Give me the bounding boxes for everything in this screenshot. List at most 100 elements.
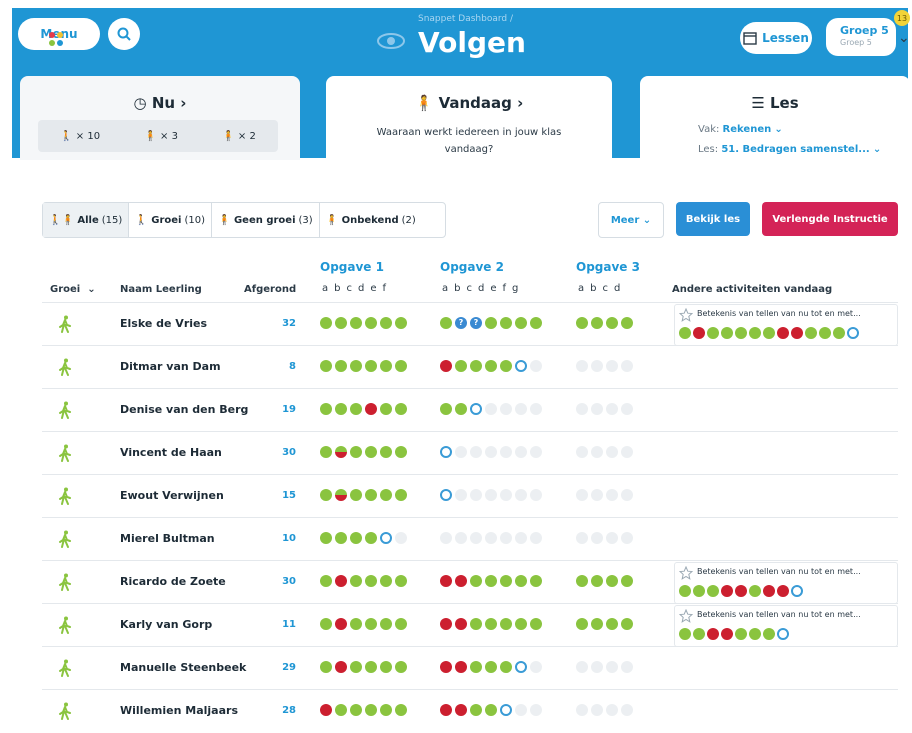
student-name[interactable]: Elske de Vries [120, 317, 207, 330]
activity-dot[interactable] [749, 628, 761, 640]
opgave1-dot[interactable] [395, 532, 407, 544]
student-name[interactable]: Manuelle Steenbeek [120, 661, 246, 674]
opgave3-dot[interactable] [621, 704, 633, 716]
table-row[interactable]: Elske de Vries 32?? Betekenis van tellen v… [42, 302, 898, 346]
opgave3-dot[interactable] [576, 317, 588, 329]
opgave1-dot[interactable] [380, 403, 392, 415]
opgave3-dot[interactable] [606, 618, 618, 630]
verlengde-instructie-button[interactable]: Verlengde Instructie [762, 202, 898, 236]
opgave2-dot[interactable] [470, 575, 482, 587]
activity-dot[interactable] [721, 628, 733, 640]
opgave3-dot[interactable] [591, 618, 603, 630]
opgave1-dot[interactable] [320, 661, 332, 673]
lessen-button[interactable]: Lessen [740, 22, 812, 54]
activity-dot[interactable] [777, 628, 789, 640]
activity-dot[interactable] [749, 585, 761, 597]
filter-geen-groei[interactable]: 🧍 Geen groei (3) [212, 203, 320, 237]
opgave2-dot[interactable] [515, 704, 527, 716]
opgave2-dot[interactable] [455, 446, 467, 458]
opgave2-dot[interactable]: ? [470, 317, 482, 329]
opgave2-dot[interactable] [485, 446, 497, 458]
opgave2-dot[interactable] [485, 360, 497, 372]
opgave2-dot[interactable] [470, 532, 482, 544]
opgave2-dot[interactable] [515, 317, 527, 329]
opgave2-dot[interactable] [485, 704, 497, 716]
opgave3-dot[interactable] [621, 532, 633, 544]
afgerond-score[interactable]: 29 [272, 662, 296, 673]
opgave2-dot[interactable] [440, 489, 452, 501]
opgave3-dot[interactable] [606, 317, 618, 329]
opgave3-dot[interactable] [576, 575, 588, 587]
activity-dot[interactable] [693, 327, 705, 339]
card-nu[interactable]: ◷ Nu › 🚶 × 10 🧍 × 3 🧍 × 2 [20, 76, 300, 160]
opgave2-dot[interactable] [440, 446, 452, 458]
opgave2-dot[interactable] [485, 575, 497, 587]
opgave1-dot[interactable] [395, 704, 407, 716]
opgave2-dot[interactable] [500, 360, 512, 372]
opgave2-dot[interactable] [515, 403, 527, 415]
opgave1-dot[interactable] [320, 403, 332, 415]
student-name[interactable]: Vincent de Haan [120, 446, 222, 459]
opgave1-dot[interactable] [335, 704, 347, 716]
opgave3-dot[interactable] [621, 489, 633, 501]
opgave1-dot[interactable] [335, 360, 347, 372]
activity-dot[interactable] [791, 327, 803, 339]
opgave2-header[interactable]: Opgave 2 [440, 260, 504, 274]
opgave1-dot[interactable] [395, 446, 407, 458]
opgave1-dot[interactable] [380, 618, 392, 630]
opgave1-dot[interactable] [380, 704, 392, 716]
opgave3-dot[interactable] [591, 661, 603, 673]
opgave3-dot[interactable] [606, 575, 618, 587]
activity-card[interactable]: Betekenis van tellen van nu tot en met..… [674, 304, 898, 346]
search-button[interactable] [108, 18, 140, 50]
opgave2-dot[interactable] [455, 360, 467, 372]
opgave1-dot[interactable] [350, 489, 362, 501]
opgave1-dot[interactable] [380, 661, 392, 673]
filter-onbekend[interactable]: 🧍 Onbekend (2) [320, 203, 422, 237]
opgave2-dot[interactable] [440, 403, 452, 415]
table-row[interactable]: Denise van den Berg 19 [42, 388, 898, 432]
opgave3-dot[interactable] [591, 446, 603, 458]
opgave1-dot[interactable] [335, 661, 347, 673]
opgave1-dot[interactable] [365, 575, 377, 587]
les-vak-row[interactable]: Vak: Rekenen ⌄ [698, 124, 783, 135]
activity-dot[interactable] [679, 585, 691, 597]
opgave1-dot[interactable] [320, 618, 332, 630]
activity-card[interactable]: Betekenis van tellen van nu tot en met..… [674, 605, 898, 647]
opgave1-dot[interactable] [380, 360, 392, 372]
star-icon[interactable] [678, 608, 694, 627]
table-row[interactable]: Ditmar van Dam 8 [42, 345, 898, 389]
table-row[interactable]: Mierel Bultman 10 [42, 517, 898, 561]
opgave1-dot[interactable] [320, 489, 332, 501]
activity-dot[interactable] [721, 585, 733, 597]
activity-dot[interactable] [749, 327, 761, 339]
opgave2-dot[interactable] [470, 661, 482, 673]
opgave1-header[interactable]: Opgave 1 [320, 260, 384, 274]
opgave3-dot[interactable] [621, 575, 633, 587]
table-row[interactable]: Karly van Gorp 11 Betekenis van tellen van… [42, 603, 898, 647]
opgave1-dot[interactable] [365, 360, 377, 372]
opgave1-dot[interactable] [320, 704, 332, 716]
opgave3-dot[interactable] [576, 532, 588, 544]
activity-dot[interactable] [707, 327, 719, 339]
opgave2-dot[interactable] [440, 704, 452, 716]
opgave2-dot[interactable] [515, 446, 527, 458]
opgave2-dot[interactable] [530, 532, 542, 544]
opgave1-dot[interactable] [380, 532, 392, 544]
opgave1-dot[interactable] [365, 489, 377, 501]
opgave2-dot[interactable] [455, 403, 467, 415]
student-name[interactable]: Ditmar van Dam [120, 360, 221, 373]
opgave3-dot[interactable] [576, 446, 588, 458]
opgave2-dot[interactable] [500, 532, 512, 544]
opgave2-dot[interactable] [500, 575, 512, 587]
opgave3-dot[interactable] [621, 661, 633, 673]
opgave2-dot[interactable] [440, 575, 452, 587]
opgave3-dot[interactable] [606, 661, 618, 673]
opgave1-dot[interactable] [350, 532, 362, 544]
opgave3-dot[interactable] [591, 360, 603, 372]
opgave3-dot[interactable] [606, 532, 618, 544]
opgave1-dot[interactable] [395, 661, 407, 673]
opgave3-dot[interactable] [621, 317, 633, 329]
opgave2-dot[interactable] [485, 317, 497, 329]
opgave1-dot[interactable] [350, 360, 362, 372]
